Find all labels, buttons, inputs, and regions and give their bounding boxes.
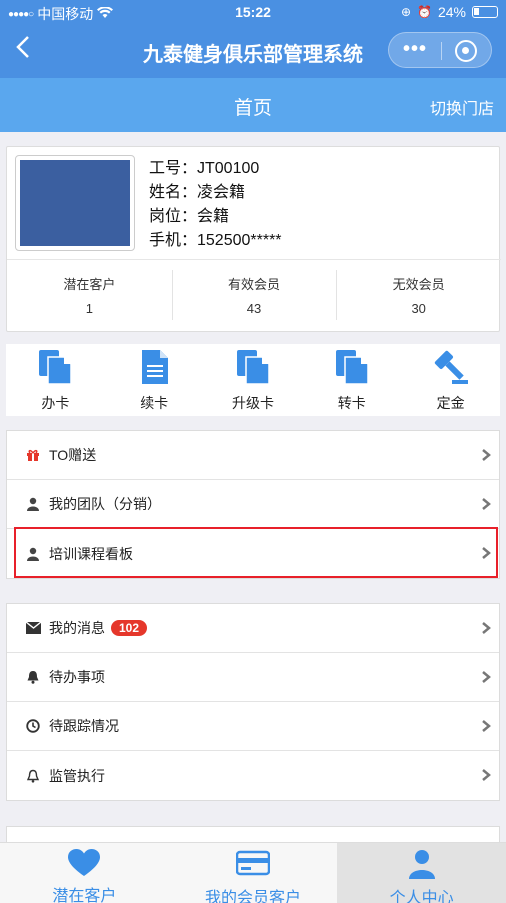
envelope-icon: [25, 620, 41, 636]
menu-item-label: 我的消息: [49, 620, 105, 636]
heart-icon: [68, 849, 101, 876]
tab-bar: 潜在客户 我的会员客户 个人中心: [0, 842, 506, 903]
stat-label: 潜在客户: [63, 277, 116, 292]
nav-bar: 九泰健身俱乐部管理系统 •••: [0, 26, 506, 78]
document-lines-icon: [142, 350, 169, 384]
chevron-right-icon: [482, 769, 491, 781]
person-icon: [408, 850, 435, 879]
gift-icon: [25, 447, 41, 463]
employee-id: 工号：JT00100: [149, 160, 260, 177]
action-open-card[interactable]: 办卡: [6, 344, 105, 416]
tab-label: 我的会员客户: [205, 890, 302, 903]
menu-item-my-team[interactable]: 我的团队（分销）: [7, 480, 499, 529]
stat-potential-customers[interactable]: 潜在客户 1: [7, 260, 172, 331]
gavel-icon: [434, 350, 468, 384]
target-circle-icon[interactable]: [455, 40, 477, 62]
menu-item-label: TO赠送: [49, 447, 97, 463]
lock-rotation-icon: ⊕: [400, 5, 412, 19]
avatar-frame: [15, 155, 135, 251]
action-label: 转卡: [337, 395, 366, 411]
more-dots-icon[interactable]: •••: [403, 38, 427, 61]
mini-program-capsule: •••: [388, 32, 492, 68]
tab-potential-customers[interactable]: 潜在客户: [0, 843, 169, 903]
employee-position: 岗位：会籍: [149, 208, 230, 225]
chevron-right-icon: [482, 449, 491, 461]
profile-info: 工号：JT00100 姓名：凌会籍 岗位：会籍 手机：152500*****: [149, 157, 282, 253]
clock-icon: [25, 718, 41, 734]
chevron-right-icon: [482, 671, 491, 683]
card-icon: [235, 850, 271, 876]
stat-value: 1: [85, 301, 93, 316]
user-icon: [25, 496, 41, 512]
menu-item-label: 待跟踪情况: [49, 718, 119, 734]
stat-label: 无效会员: [392, 277, 445, 292]
chevron-right-icon: [482, 622, 491, 634]
action-label: 续卡: [140, 395, 169, 411]
avatar[interactable]: [20, 160, 130, 246]
bell-icon: [25, 669, 41, 685]
menu-item-label: 监管执行: [49, 767, 105, 784]
switch-store-link[interactable]: 切换门店: [430, 95, 494, 119]
tab-my-member-customers[interactable]: 我的会员客户: [169, 843, 338, 903]
menu-item-todo[interactable]: 待办事项: [7, 653, 499, 702]
stat-value: 43: [246, 301, 262, 316]
action-deposit[interactable]: 定金: [401, 344, 500, 416]
menu-item-to-gift[interactable]: TO赠送: [7, 431, 499, 480]
chevron-right-icon: [482, 547, 491, 559]
document-icon: [236, 350, 270, 385]
chevron-right-icon: [482, 498, 491, 510]
alarm-icon: ⏰: [417, 5, 432, 19]
status-right: ⊕ ⏰ 24%: [401, 4, 498, 20]
action-label: 办卡: [41, 395, 70, 411]
message-count-badge: 102: [111, 620, 148, 636]
battery-icon: [472, 6, 498, 18]
sub-header: 首页 切换门店: [0, 78, 506, 132]
stat-active-members[interactable]: 有效会员 43: [171, 260, 337, 331]
employee-name: 姓名：凌会籍: [149, 184, 246, 201]
action-renew-card[interactable]: 续卡: [105, 344, 204, 416]
chevron-right-icon: [482, 720, 491, 732]
action-bar: 办卡 续卡 升级卡 转卡 定金: [6, 344, 500, 416]
action-transfer-card[interactable]: 转卡: [302, 344, 401, 416]
tab-label: 潜在客户: [52, 888, 117, 903]
top-bar: ●●●●○ 中国移动 15:22 ⊕ ⏰ 24% 九泰健身俱乐部管理系统 •••: [0, 0, 506, 78]
profile-card: 工号：JT00100 姓名：凌会籍 岗位：会籍 手机：152500***** 潜…: [6, 146, 501, 332]
action-label: 升级卡: [231, 395, 274, 411]
stat-value: 30: [411, 301, 426, 316]
menu-group-2: 我的消息 102 待办事项 待跟踪情况 监管执行: [6, 603, 500, 801]
stat-inactive-members[interactable]: 无效会员 30: [336, 260, 501, 331]
document-icon: [335, 350, 369, 385]
user-icon: [25, 546, 41, 562]
stat-label: 有效会员: [228, 277, 281, 292]
action-upgrade-card[interactable]: 升级卡: [204, 344, 303, 416]
tab-label: 个人中心: [389, 890, 454, 903]
action-label: 定金: [436, 395, 465, 411]
capsule-divider: [441, 42, 442, 60]
document-icon: [39, 350, 73, 385]
stats-row: 潜在客户 1 有效会员 43 无效会员 30: [7, 259, 501, 331]
menu-group-1: TO赠送 我的团队（分销） 培训课程看板: [6, 430, 500, 579]
bell-outline-icon: [25, 768, 41, 784]
employee-phone: 手机：152500*****: [149, 232, 282, 249]
status-bar: ●●●●○ 中国移动 15:22 ⊕ ⏰ 24%: [0, 0, 506, 26]
menu-item-label: 我的团队（分销）: [49, 496, 161, 512]
menu-item-label: 待办事项: [49, 669, 105, 685]
menu-item-label: 培训课程看板: [49, 545, 133, 562]
menu-item-training-board[interactable]: 培训课程看板: [7, 529, 499, 578]
tab-personal-center[interactable]: 个人中心: [337, 843, 506, 903]
menu-item-supervision[interactable]: 监管执行: [7, 751, 499, 800]
menu-item-my-messages[interactable]: 我的消息 102: [7, 604, 499, 653]
menu-item-follow-up[interactable]: 待跟踪情况: [7, 702, 499, 751]
battery-percent: 24%: [437, 4, 466, 20]
